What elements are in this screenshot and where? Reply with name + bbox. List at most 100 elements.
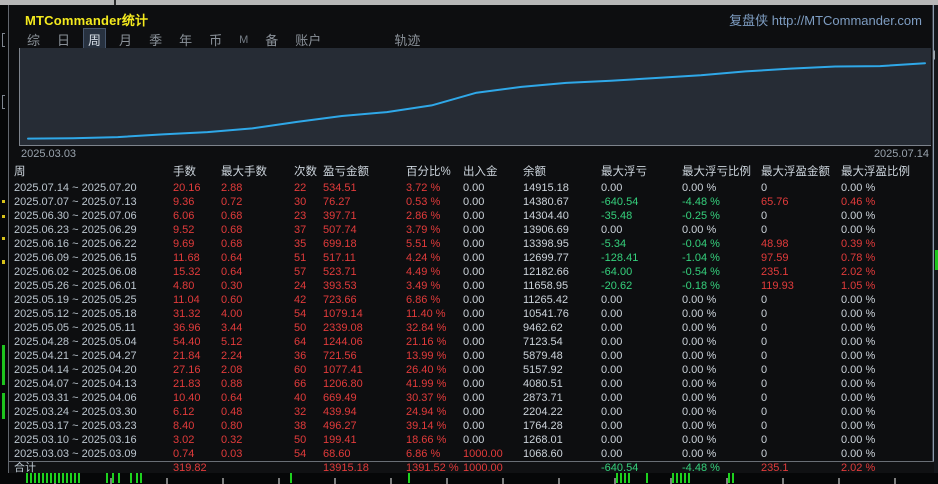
- activity-bar: [672, 473, 674, 483]
- brand-link[interactable]: 复盘侠 http://MTCommander.com: [729, 10, 922, 29]
- column-header[interactable]: 周: [14, 163, 173, 181]
- cell: -64.00: [601, 266, 633, 278]
- cell: 9.36: [173, 196, 195, 208]
- activity-bar: [78, 473, 80, 483]
- menu-tab-综[interactable]: 综: [23, 29, 44, 50]
- menu-tab-M[interactable]: M: [235, 33, 252, 47]
- table-row[interactable]: 2025.06.16 ~ 2025.06.22 9.69 0.68 35 699.18 5…: [9, 237, 934, 251]
- cell: 14380.67: [523, 196, 569, 208]
- table-row[interactable]: 2025.04.21 ~ 2025.04.27 21.84 2.24 36 721.56…: [9, 349, 934, 363]
- cell: 0.00: [463, 238, 485, 250]
- cell: 5.51 %: [406, 238, 441, 250]
- cell: 21.16 %: [406, 336, 447, 348]
- cell: 2025.04.21 ~ 2025.04.27: [14, 350, 137, 362]
- cell: 507.74: [323, 224, 357, 236]
- cell: 50: [294, 322, 307, 334]
- menu-tab-年[interactable]: 年: [175, 29, 196, 50]
- cell: 35: [294, 238, 307, 250]
- cell: 1077.41: [323, 364, 363, 376]
- cell: 51: [294, 252, 307, 264]
- cell: 0.00 %: [841, 336, 876, 348]
- cell: 721.56: [323, 350, 357, 362]
- column-header[interactable]: 最大浮亏: [601, 163, 682, 181]
- menu-tab-季[interactable]: 季: [145, 29, 166, 50]
- cell: 393.53: [323, 280, 357, 292]
- equity-chart[interactable]: [19, 48, 931, 146]
- column-header[interactable]: 最大浮亏比例: [682, 163, 761, 181]
- screen: MTCommander统计 复盘侠 http://MTCommander.com…: [0, 0, 938, 484]
- column-header[interactable]: 余额: [523, 163, 601, 181]
- column-header[interactable]: 百分比%: [406, 163, 463, 181]
- table-row[interactable]: 2025.04.07 ~ 2025.04.13 21.83 0.88 66 1206.8…: [9, 377, 934, 391]
- column-header[interactable]: 最大浮盈比例: [841, 163, 927, 181]
- table-row[interactable]: 2025.05.05 ~ 2025.05.11 36.96 3.44 50 2339.0…: [9, 321, 934, 335]
- activity-bar: [112, 473, 114, 483]
- cell: 0.78 %: [841, 252, 876, 264]
- cell: 54: [294, 308, 307, 320]
- cell: 0.00 %: [682, 224, 717, 236]
- cell: 2025.07.07 ~ 2025.07.13: [14, 196, 137, 208]
- column-header[interactable]: 最大浮盈金额: [761, 163, 841, 181]
- menu-tab-备[interactable]: 备: [261, 29, 282, 50]
- cell: 57: [294, 266, 307, 278]
- table-row[interactable]: 2025.06.23 ~ 2025.06.29 9.52 0.68 37 507.74 3…: [9, 223, 934, 237]
- column-header[interactable]: 出入金: [463, 163, 523, 181]
- menu-tab-轨迹[interactable]: 轨迹: [390, 29, 424, 50]
- table-row[interactable]: 2025.03.24 ~ 2025.03.30 6.12 0.48 32 439.94 2…: [9, 405, 934, 419]
- menu-tab-币[interactable]: 币: [205, 29, 226, 50]
- cell: 5.12: [221, 336, 243, 348]
- table-row[interactable]: 2025.05.19 ~ 2025.05.25 11.04 0.60 42 723.66…: [9, 293, 934, 307]
- table-row[interactable]: 2025.03.17 ~ 2025.03.23 8.40 0.80 38 496.27 3…: [9, 419, 934, 433]
- menu-tab-月[interactable]: 月: [115, 29, 136, 50]
- cell: 11265.42: [523, 294, 569, 306]
- cell: 0.00: [463, 308, 485, 320]
- table-row[interactable]: 2025.03.10 ~ 2025.03.16 3.02 0.32 50 199.41 1…: [9, 433, 934, 447]
- activity-bar: [140, 473, 142, 483]
- column-header[interactable]: 次数: [286, 163, 323, 181]
- cell: 21.84: [173, 350, 201, 362]
- table-row[interactable]: 2025.04.28 ~ 2025.05.04 54.40 5.12 64 1244.0…: [9, 335, 934, 349]
- table-row[interactable]: 2025.04.14 ~ 2025.04.20 27.16 2.08 60 1077.4…: [9, 363, 934, 377]
- table-row[interactable]: 2025.07.14 ~ 2025.07.20 20.16 2.88 22 534.51…: [9, 181, 934, 195]
- cell: 2025.06.09 ~ 2025.06.15: [14, 252, 137, 264]
- cell: 12182.66: [523, 266, 569, 278]
- table-row[interactable]: 2025.03.31 ~ 2025.04.06 10.40 0.64 40 669.49…: [9, 391, 934, 405]
- column-header[interactable]: 手数: [173, 163, 221, 181]
- menu-tab-账户[interactable]: 账户: [291, 29, 325, 50]
- table-row[interactable]: 2025.03.03 ~ 2025.03.09 0.74 0.03 54 68.60 6.…: [9, 447, 934, 461]
- table-row[interactable]: 2025.05.26 ~ 2025.06.01 4.80 0.30 24 393.53 3…: [9, 279, 934, 293]
- table-row[interactable]: 2025.05.12 ~ 2025.05.18 31.32 4.00 54 1079.1…: [9, 307, 934, 321]
- activity-bar: [688, 473, 690, 483]
- cell: 439.94: [323, 406, 357, 418]
- cell: 0.88: [221, 378, 243, 390]
- cell: 54.40: [173, 336, 201, 348]
- column-header[interactable]: 最大手数: [221, 163, 286, 181]
- cell: 0: [761, 350, 768, 362]
- chart-end-date: 2025.07.14: [873, 148, 929, 160]
- cell: 1764.28: [523, 420, 563, 432]
- column-header[interactable]: 盈亏金额: [323, 163, 406, 181]
- cell: 2339.08: [323, 322, 363, 334]
- menu-tab-日[interactable]: 日: [53, 29, 74, 50]
- table-row[interactable]: 2025.07.07 ~ 2025.07.13 9.36 0.72 30 76.27 0.…: [9, 195, 934, 209]
- cell: 8.40: [173, 420, 195, 432]
- activity-bar: [136, 473, 138, 483]
- cell: 0.00: [601, 336, 623, 348]
- cell: 68.60: [323, 448, 351, 460]
- cell: 0.00 %: [682, 308, 717, 320]
- cell: 4.49 %: [406, 266, 441, 278]
- edge-yellow-artifact: [2, 260, 5, 264]
- edge-yellow-artifact: [2, 237, 5, 240]
- table-row[interactable]: 2025.06.02 ~ 2025.06.08 15.32 0.64 57 523.71…: [9, 265, 934, 279]
- cell: 0.68: [221, 238, 243, 250]
- table-row[interactable]: 2025.06.09 ~ 2025.06.15 11.68 0.64 51 517.11…: [9, 251, 934, 265]
- cell: 97.59: [761, 252, 789, 264]
- cell: 0.00 %: [682, 448, 717, 460]
- cell: 0.00: [463, 294, 485, 306]
- activity-bar: [54, 473, 56, 483]
- table-row[interactable]: 2025.06.30 ~ 2025.07.06 6.06 0.68 23 397.71 2…: [9, 209, 934, 223]
- cell: 4.80: [173, 280, 195, 292]
- cell: 6.06: [173, 210, 195, 222]
- cell: 9.52: [173, 224, 195, 236]
- cell: 2025.05.12 ~ 2025.05.18: [14, 308, 137, 320]
